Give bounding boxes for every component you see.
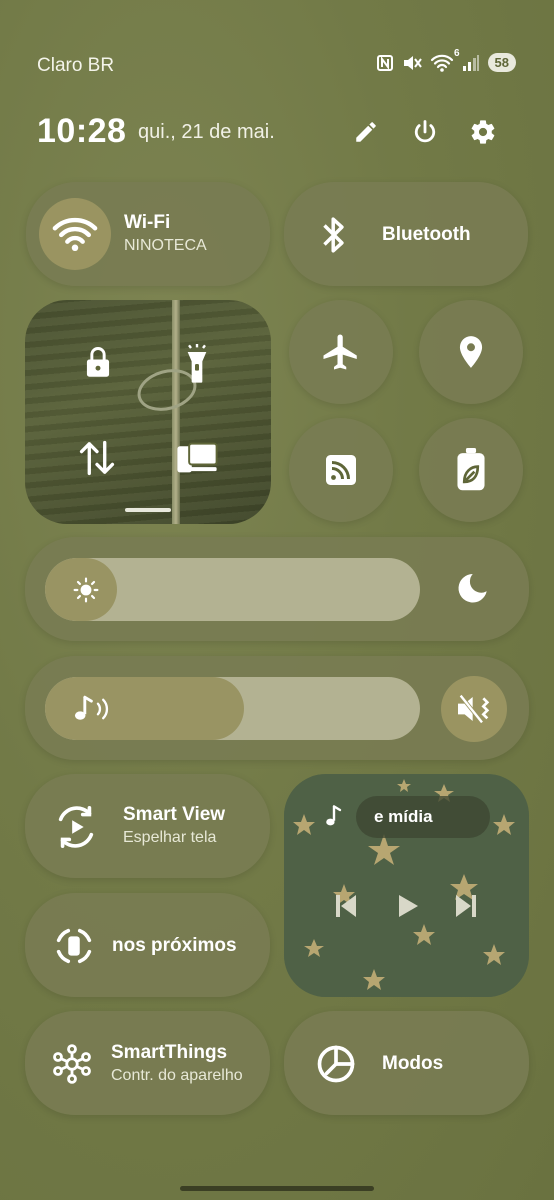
vibrate-mute-icon xyxy=(458,694,490,724)
play-button[interactable] xyxy=(396,892,420,920)
play-icon xyxy=(399,895,418,917)
volume-fill xyxy=(45,677,244,740)
edit-icon xyxy=(356,122,376,142)
next-track-button[interactable] xyxy=(454,892,478,920)
flashlight-button[interactable] xyxy=(181,344,213,384)
note-icon-wrap xyxy=(324,804,344,833)
page-indicator xyxy=(125,508,171,512)
status-icons: 6 58 xyxy=(376,48,516,72)
modes-tile[interactable]: Modos xyxy=(284,1011,529,1115)
nearby-devices-tile[interactable]: nos próximos xyxy=(25,893,270,997)
wifi-network-name: NINOTECA xyxy=(124,237,207,254)
volume-slider[interactable] xyxy=(45,677,420,740)
media-tile[interactable]: e mídia xyxy=(284,774,529,997)
media-output-label[interactable]: e mídia xyxy=(356,796,490,838)
smart-view-title: Smart View xyxy=(123,804,226,825)
airplane-mode-toggle[interactable] xyxy=(289,300,393,404)
cast-icon xyxy=(326,455,356,485)
sun-icon xyxy=(73,577,99,602)
edit-button[interactable] xyxy=(346,112,386,152)
location-pin-icon xyxy=(459,336,483,368)
skip-next-icon xyxy=(456,895,476,917)
wifi-toggle[interactable] xyxy=(39,198,111,270)
bluetooth-title: Bluetooth xyxy=(382,224,471,245)
wall-texture xyxy=(25,300,271,524)
power-saving-toggle[interactable] xyxy=(419,418,523,522)
airplane-icon xyxy=(323,334,357,370)
shortcut-tile xyxy=(25,300,271,524)
home-indicator[interactable] xyxy=(180,1186,374,1191)
up-down-arrows-icon xyxy=(79,440,115,476)
smart-view-icon xyxy=(58,806,94,848)
date: qui., 21 de mai. xyxy=(138,121,275,143)
dark-mode-button[interactable] xyxy=(450,567,494,611)
vibrate-mute-icon xyxy=(403,55,422,70)
devices-icon xyxy=(177,442,218,473)
nfc-icon xyxy=(376,54,393,71)
lock-icon xyxy=(86,347,110,377)
nearby-devices-icon xyxy=(56,928,92,964)
modes-title: Modos xyxy=(382,1053,444,1074)
settings-icon xyxy=(471,120,495,144)
wifi-tile[interactable]: Wi-Fi NINOTECA xyxy=(26,182,270,286)
smartthings-title: SmartThings xyxy=(111,1042,228,1063)
smart-view-tile[interactable]: Smart View Espelhar tela xyxy=(25,774,270,878)
signal-icon xyxy=(462,54,479,71)
nearby-devices-title: nos próximos xyxy=(112,935,237,956)
brightness-slider[interactable] xyxy=(45,558,420,621)
power-button[interactable] xyxy=(405,112,445,152)
moon-icon xyxy=(458,574,487,603)
wifi-6-icon: 6 xyxy=(430,48,460,72)
rope-image xyxy=(172,300,180,524)
lock-screen-button[interactable] xyxy=(82,345,114,379)
smartthings-tile[interactable]: SmartThings Contr. do aparelho xyxy=(25,1011,270,1115)
cast-toggle[interactable] xyxy=(289,418,393,522)
sound-mode-button[interactable] xyxy=(441,676,507,742)
clock: 10:28 xyxy=(37,112,127,150)
smartthings-subtitle: Contr. do aparelho xyxy=(111,1067,243,1084)
device-continuity-button[interactable] xyxy=(175,438,219,478)
previous-track-button[interactable] xyxy=(334,892,358,920)
battery-leaf-icon xyxy=(457,448,485,491)
flashlight-icon xyxy=(187,344,207,383)
location-toggle[interactable] xyxy=(419,300,523,404)
wifi-icon xyxy=(52,217,98,252)
wifi-title: Wi-Fi xyxy=(124,212,171,233)
music-note-icon xyxy=(326,805,342,826)
network-gen-label: 6 xyxy=(453,47,460,59)
volume-panel xyxy=(25,656,529,760)
battery-indicator: 58 xyxy=(487,53,516,72)
smart-view-subtitle: Espelhar tela xyxy=(123,829,217,846)
music-sound-icon xyxy=(74,695,109,720)
settings-button[interactable] xyxy=(463,112,503,152)
skip-previous-icon xyxy=(336,895,356,917)
smartthings-icon xyxy=(53,1044,91,1084)
power-icon xyxy=(414,120,436,143)
data-transfer-button[interactable] xyxy=(75,438,119,478)
bluetooth-icon xyxy=(323,217,344,253)
bluetooth-tile[interactable]: Bluetooth xyxy=(284,182,528,286)
modes-icon xyxy=(317,1045,355,1083)
brightness-panel xyxy=(25,537,529,641)
carrier-name: Claro BR xyxy=(37,55,115,76)
brightness-fill xyxy=(45,558,117,621)
